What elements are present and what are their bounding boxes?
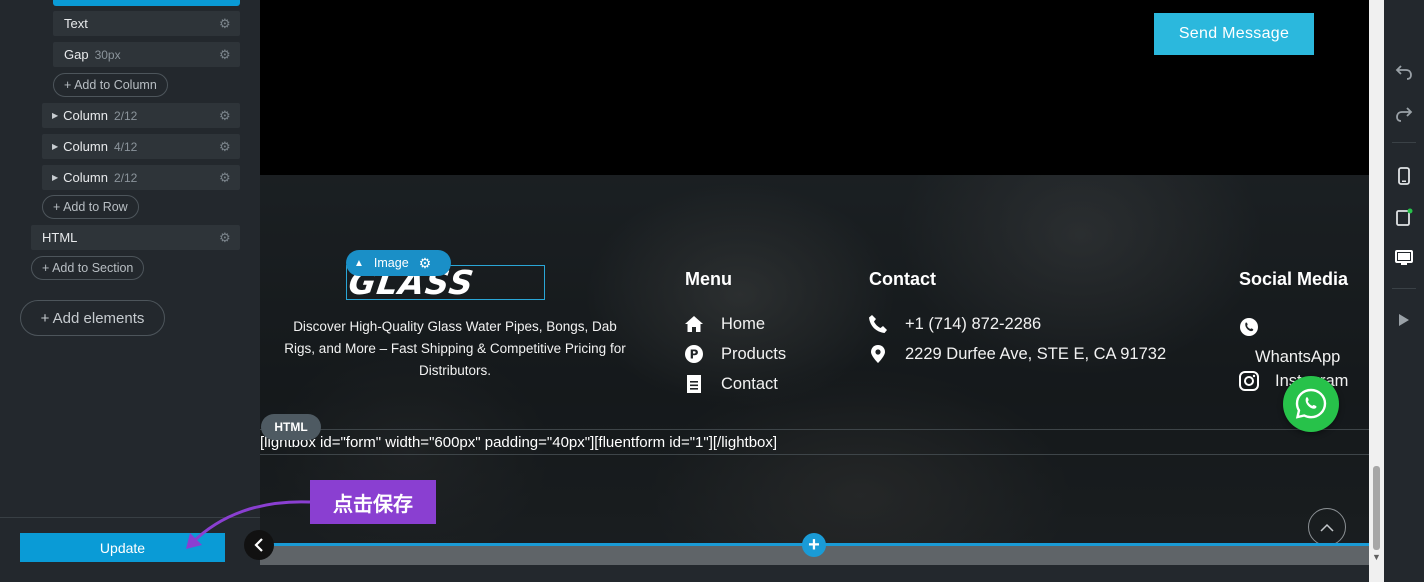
tree-item-gap[interactable]: Gap 30px ⚙	[53, 42, 240, 67]
html-element-tag[interactable]: HTML	[261, 414, 321, 440]
add-section-plus-button[interactable]: +	[802, 533, 826, 557]
tree-item-column[interactable]: ▶ Column 4/12 ⚙	[42, 134, 240, 159]
tree-item-meta: 4/12	[113, 139, 138, 154]
menu-list: Home P Products Contact	[685, 312, 786, 396]
menu-item-label: Products	[721, 344, 787, 363]
annotation-arrow-icon	[186, 500, 311, 549]
contact-phone-text: +1 (714) 872-2286	[905, 314, 1042, 333]
tree-item-column[interactable]: ▶ Column 2/12 ⚙	[42, 103, 240, 128]
whatsapp-icon	[1295, 388, 1327, 419]
contact-address-text: 2229 Durfee Ave, STE E, CA 91732	[905, 344, 1167, 363]
gear-icon[interactable]: ⚙	[219, 231, 232, 244]
menu-item-home[interactable]: Home	[685, 312, 786, 336]
contact-form-section: Send Message	[260, 0, 1369, 175]
menu-item-contact[interactable]: Contact	[685, 372, 786, 396]
caret-right-icon[interactable]: ▶	[52, 173, 58, 182]
phone-icon	[869, 315, 887, 333]
caret-right-icon[interactable]: ▶	[52, 142, 58, 151]
scroll-to-top-button[interactable]	[1308, 508, 1346, 546]
html-element[interactable]: [lightbox id="form" width="600px" paddin…	[260, 429, 1369, 455]
contact-list: +1 (714) 872-2286 2229 Durfee Ave, STE E…	[869, 312, 1166, 366]
tree-item-meta: 2/12	[113, 170, 138, 185]
menu-title: Menu	[685, 269, 732, 289]
home-icon	[685, 315, 703, 333]
undo-icon[interactable]	[1394, 62, 1414, 82]
scroll-down-arrow-icon[interactable]: ▼	[1372, 552, 1381, 562]
gear-icon[interactable]: ⚙	[219, 17, 232, 30]
caret-right-icon[interactable]: ▶	[52, 111, 58, 120]
add-to-column-button[interactable]: + Add to Column	[53, 73, 168, 97]
add-to-row-button[interactable]: + Add to Row	[42, 195, 139, 219]
gear-icon[interactable]: ⚙	[219, 171, 232, 184]
lightbox-shortcode: [lightbox id="form" width="600px" paddin…	[260, 434, 778, 451]
tree-item-text[interactable]: Text ⚙	[53, 11, 240, 36]
menu-item-label: Contact	[721, 374, 778, 393]
tree-item-label: HTML	[42, 230, 78, 245]
tree-item-label: Text	[64, 16, 88, 31]
product-icon: P	[685, 345, 703, 363]
gear-icon[interactable]: ⚙	[219, 109, 232, 122]
gear-icon[interactable]: ⚙	[419, 255, 432, 272]
tree-item-label: Gap	[64, 47, 89, 62]
annotation-label: 点击保存	[310, 480, 436, 524]
chevron-up-icon	[1320, 523, 1334, 532]
menu-item-products[interactable]: P Products	[685, 342, 786, 366]
redo-icon[interactable]	[1394, 104, 1414, 124]
tree-item-meta: 30px	[94, 47, 121, 62]
gear-icon[interactable]: ⚙	[219, 140, 232, 153]
document-icon	[685, 375, 703, 393]
add-to-section-button[interactable]: + Add to Section	[31, 256, 145, 280]
toolbar-divider	[1392, 288, 1416, 289]
menu-item-label: Home	[721, 314, 766, 333]
send-message-button[interactable]: Send Message	[1154, 13, 1314, 55]
social-media-title: Social Media	[1239, 269, 1349, 289]
gear-icon[interactable]: ⚙	[219, 48, 232, 61]
preview-play-icon[interactable]	[1394, 310, 1414, 330]
svg-text:P: P	[690, 348, 699, 362]
canvas-base	[260, 565, 1369, 582]
contact-phone[interactable]: +1 (714) 872-2286	[869, 312, 1166, 336]
tree-item-column[interactable]: ▶ Column 2/12 ⚙	[42, 165, 240, 190]
instagram-icon	[1239, 371, 1259, 391]
contact-address: 2229 Durfee Ave, STE E, CA 91732	[869, 342, 1166, 366]
image-tag-label: Image	[373, 256, 409, 270]
toolbar-divider	[1392, 142, 1416, 143]
desktop-view-icon[interactable]	[1394, 248, 1414, 268]
selected-element-bar[interactable]	[53, 0, 240, 6]
location-pin-icon	[869, 345, 887, 363]
tablet-view-icon[interactable]	[1394, 207, 1414, 227]
tree-item-html[interactable]: HTML ⚙	[31, 225, 240, 250]
right-toolbar	[1384, 0, 1424, 582]
add-elements-button[interactable]: + Add elements	[20, 300, 165, 336]
scrollbar-thumb[interactable]	[1373, 466, 1380, 550]
footer-description: Discover High-Quality Glass Water Pipes,…	[284, 319, 626, 378]
whatsapp-link[interactable]: WhantsApp	[1239, 317, 1340, 367]
whatsapp-label: WhantsApp	[1255, 348, 1341, 366]
contact-title: Contact	[869, 269, 936, 289]
canvas-scrollbar[interactable]: ▼	[1369, 0, 1384, 582]
tree-item-label: Column	[63, 108, 108, 123]
mobile-view-icon[interactable]	[1394, 166, 1414, 186]
tree-item-label: Column	[63, 170, 108, 185]
image-element-tag[interactable]: ▲ Image ⚙	[346, 250, 451, 276]
tree-item-label: Column	[63, 139, 108, 154]
chevron-up-icon[interactable]: ▲	[354, 258, 364, 269]
whatsapp-float-button[interactable]	[1283, 376, 1339, 432]
tree-item-meta: 2/12	[113, 108, 138, 123]
whatsapp-icon	[1239, 317, 1340, 342]
